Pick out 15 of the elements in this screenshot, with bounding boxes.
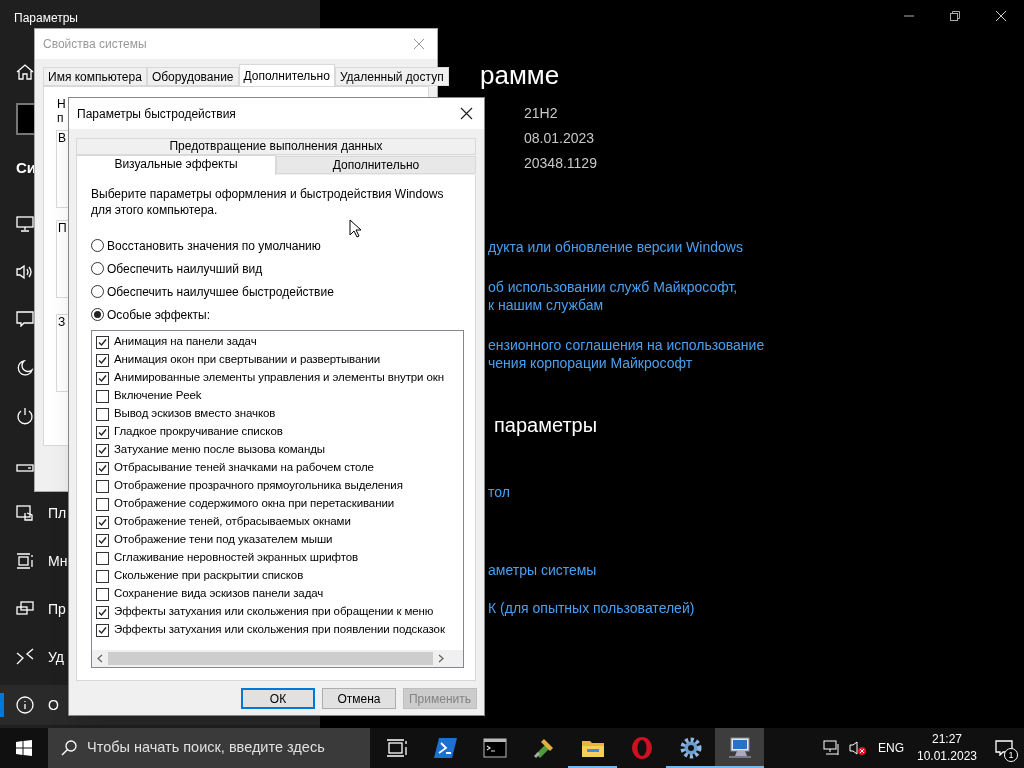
notification-count: 1 <box>1004 748 1018 762</box>
info-value: 08.01.2023 <box>524 129 595 148</box>
section-heading: параметры <box>494 413 598 438</box>
dialog-title: Свойства системы <box>43 36 147 53</box>
group-label: В <box>58 130 66 147</box>
info-value: 20348.1129 <box>524 154 597 173</box>
dialog-title: Параметры быстродействия <box>77 105 236 123</box>
info-value: 21H2 <box>524 104 558 123</box>
text-fragment: п <box>57 110 64 127</box>
text-fragment: Н <box>57 96 66 113</box>
window-title: Параметры <box>14 10 78 27</box>
page-heading: рамме <box>480 59 560 92</box>
group-label: З <box>58 314 66 331</box>
group-label: П <box>58 220 67 237</box>
description-text: Выберите параметры оформления и быстродействия Windows для этого компьютера. <box>91 186 445 218</box>
